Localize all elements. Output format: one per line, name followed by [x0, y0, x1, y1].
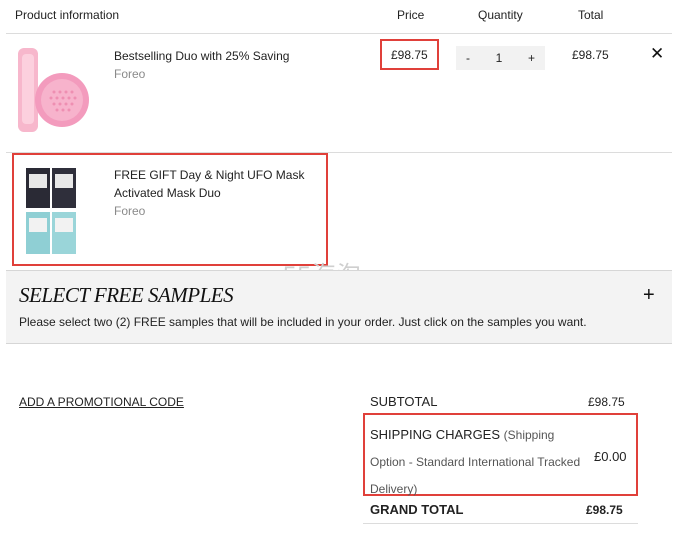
- item-price: £98.75: [391, 48, 428, 62]
- samples-title: SELECT FREE SAMPLES: [19, 283, 234, 307]
- foreo-devices-icon: [18, 48, 89, 132]
- header-price: Price: [397, 8, 425, 22]
- shipping-detail-2: Option - Standard International Tracked: [370, 455, 581, 469]
- shipping-detail-1: (Shipping: [503, 428, 555, 442]
- add-promo-code-link[interactable]: ADD A PROMOTIONAL CODE: [19, 395, 184, 409]
- remove-item-icon[interactable]: ✕: [650, 44, 664, 64]
- grand-total-value: £98.75: [586, 503, 623, 517]
- expand-plus-icon[interactable]: +: [643, 284, 655, 307]
- product-name[interactable]: Bestselling Duo with 25% Saving: [114, 47, 289, 65]
- subtotal-label: SUBTOTAL: [370, 394, 438, 409]
- gift-brand: Foreo: [114, 204, 146, 218]
- header-product-info: Product information: [15, 8, 120, 22]
- shipping-value: £0.00: [594, 449, 627, 464]
- grand-total-label: GRAND TOTAL: [370, 502, 464, 517]
- shipping-detail-3: Delivery): [370, 482, 418, 496]
- divider: [363, 523, 638, 524]
- samples-description: Please select two (2) FREE samples that …: [19, 315, 587, 329]
- quantity-value[interactable]: 1: [496, 51, 503, 65]
- header-quantity: Quantity: [478, 8, 523, 22]
- quantity-stepper[interactable]: - 1 +: [456, 46, 545, 70]
- quantity-decrease-button[interactable]: -: [466, 51, 470, 65]
- shipping-label: SHIPPING CHARGES: [370, 427, 501, 442]
- free-samples-section[interactable]: SELECT FREE SAMPLES Please select two (2…: [6, 270, 672, 344]
- product-brand: Foreo: [114, 67, 146, 81]
- gift-name-line2[interactable]: Activated Mask Duo: [114, 184, 221, 202]
- shipping-charges-block: SHIPPING CHARGES (Shipping Option - Stan…: [370, 421, 600, 503]
- product-image-ufo-mask[interactable]: [24, 166, 78, 256]
- mask-packets-icon: [26, 168, 76, 254]
- product-image-bestselling-duo[interactable]: [14, 40, 90, 134]
- subtotal-value: £98.75: [588, 395, 625, 409]
- item-total: £98.75: [572, 48, 609, 62]
- gift-name-line1[interactable]: FREE GIFT Day & Night UFO Mask: [114, 166, 304, 184]
- divider: [6, 33, 672, 34]
- header-total: Total: [578, 8, 604, 22]
- quantity-increase-button[interactable]: +: [528, 51, 535, 65]
